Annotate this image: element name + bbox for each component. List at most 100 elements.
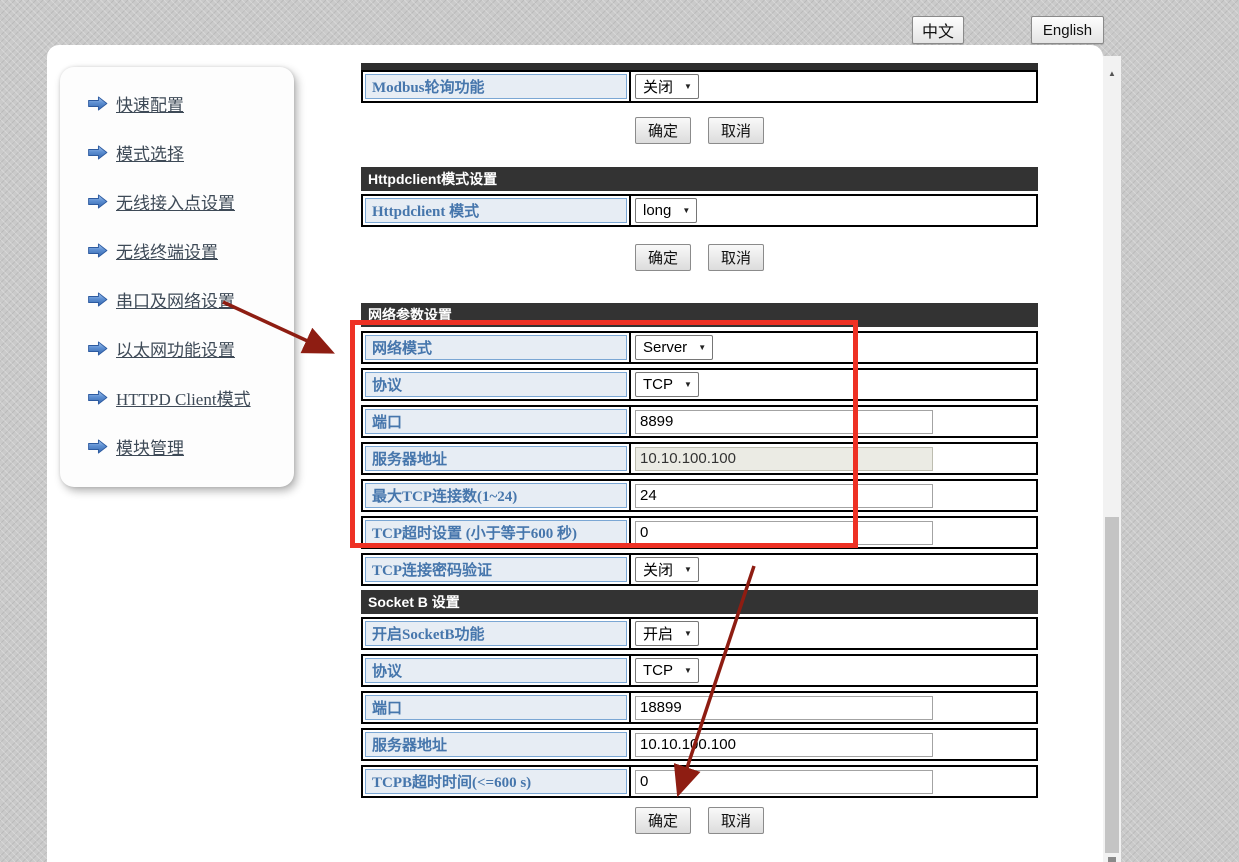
row-value (631, 693, 1036, 722)
row-value: 关闭 ▼ (631, 72, 1036, 101)
blue-arrow-icon (87, 194, 108, 209)
server-address-b-input[interactable] (635, 733, 933, 757)
protocol-b-select[interactable]: TCP▼ (635, 658, 699, 683)
row-label-col: TCPB超时时间(<=600 s) (363, 767, 631, 796)
sidebar-item-label: 串口及网络设置 (116, 287, 235, 312)
sidebar-item-无线接入点设置[interactable]: 无线接入点设置 (87, 186, 294, 216)
settings-row: 服务器地址 (361, 442, 1038, 475)
row-value (631, 407, 1036, 436)
row-value (631, 767, 1036, 796)
tcp-timeout-input[interactable] (635, 521, 933, 545)
lang-button-english[interactable]: English (1031, 16, 1104, 44)
row-label: TCPB超时时间(<=600 s) (365, 769, 627, 794)
button-row: 确定 取消 (361, 807, 1038, 834)
confirm-button[interactable]: 确定 (635, 244, 691, 271)
select-value: 关闭 (643, 76, 673, 97)
server-address-input[interactable] (635, 447, 933, 471)
sidebar-item-label: 以太网功能设置 (116, 336, 235, 361)
scroll-down-button[interactable] (1108, 857, 1116, 862)
select-value: 开启 (643, 623, 673, 644)
settings-row: TCPB超时时间(<=600 s) (361, 765, 1038, 798)
tcp-password-auth-select[interactable]: 关闭▼ (635, 557, 699, 582)
row-label-col: 开启SocketB功能 (363, 619, 631, 648)
sidebar-item-以太网功能设置[interactable]: 以太网功能设置 (87, 333, 294, 363)
port-input[interactable] (635, 410, 933, 434)
row-label: 协议 (365, 372, 627, 397)
scroll-up-button[interactable]: ▲ (1103, 64, 1121, 82)
protocol-select[interactable]: TCP▼ (635, 372, 699, 397)
section-header: 网络参数设置 (361, 303, 1038, 327)
sidebar-item-串口及网络设置[interactable]: 串口及网络设置 (87, 284, 294, 314)
settings-row: 端口 (361, 405, 1038, 438)
sidebar-item-模块管理[interactable]: 模块管理 (87, 431, 294, 461)
tcpb-timeout-input[interactable] (635, 770, 933, 794)
row-label: 最大TCP连接数(1~24) (365, 483, 627, 508)
row-label-col: Modbus轮询功能 (363, 72, 631, 101)
scrollbar-thumb[interactable] (1105, 517, 1119, 853)
sidebar-item-label: 模式选择 (116, 140, 184, 165)
row-label: 协议 (365, 658, 627, 683)
row-label: 开启SocketB功能 (365, 621, 627, 646)
row-label: 服务器地址 (365, 732, 627, 757)
cancel-button[interactable]: 取消 (708, 807, 764, 834)
button-row: 确定 取消 (361, 244, 1038, 271)
blue-arrow-icon (87, 341, 108, 356)
modbus-poll-select[interactable]: 关闭 ▼ (635, 74, 699, 99)
row-label: 网络模式 (365, 335, 627, 360)
cancel-button[interactable]: 取消 (708, 117, 764, 144)
row-value: 开启 ▼ (631, 619, 1036, 648)
settings-row: 开启SocketB功能开启 ▼ (361, 617, 1038, 650)
socketb-enable-select[interactable]: 开启 ▼ (635, 621, 699, 646)
row-label-col: 网络模式 (363, 333, 631, 362)
row-value: TCP▼ (631, 656, 1036, 685)
max-tcp-connections-input[interactable] (635, 484, 933, 508)
select-value: long (643, 202, 671, 219)
sidebar-item-模式选择[interactable]: 模式选择 (87, 137, 294, 167)
row-label-col: 协议 (363, 370, 631, 399)
settings-row: 网络模式 Server ▼ (361, 331, 1038, 364)
caret-down-icon: ▼ (684, 629, 692, 638)
blue-arrow-icon (87, 96, 108, 111)
select-value: Server (643, 339, 687, 356)
sidebar-item-快速配置[interactable]: 快速配置 (87, 88, 294, 118)
select-value: TCP (643, 376, 673, 393)
modbus-section: Modbus轮询功能关闭 ▼ (361, 70, 1038, 103)
row-label-col: 协议 (363, 656, 631, 685)
caret-down-icon: ▼ (684, 82, 692, 91)
caret-down-icon: ▼ (682, 206, 690, 215)
settings-row: 服务器地址 (361, 728, 1038, 761)
scrollbar-track[interactable]: ▲ (1103, 56, 1121, 862)
row-label-col: 最大TCP连接数(1~24) (363, 481, 631, 510)
row-label-col: Httpdclient 模式 (363, 196, 631, 225)
select-value: 关闭 (643, 559, 673, 580)
httpdclient-mode-select[interactable]: long ▼ (635, 198, 697, 223)
section-header: Httpdclient模式设置 (361, 167, 1038, 191)
blue-arrow-icon (87, 390, 108, 405)
sidebar-item-label: HTTPD Client模式 (116, 385, 251, 410)
cancel-button[interactable]: 取消 (708, 244, 764, 271)
settings-row: TCP连接密码验证关闭▼ (361, 553, 1038, 586)
confirm-button[interactable]: 确定 (635, 117, 691, 144)
sidebar-item-label: 无线终端设置 (116, 238, 218, 263)
sidebar-item-无线终端设置[interactable]: 无线终端设置 (87, 235, 294, 265)
confirm-button[interactable]: 确定 (635, 807, 691, 834)
sidebar-item-HTTPD-Client模式[interactable]: HTTPD Client模式 (87, 382, 294, 412)
caret-down-icon: ▼ (684, 666, 692, 675)
network-mode-select[interactable]: Server ▼ (635, 335, 713, 360)
section-header: Socket B 设置 (361, 590, 1038, 614)
caret-down-icon: ▼ (698, 343, 706, 352)
socketb-section: 开启SocketB功能开启▼协议TCP▼端口服务器地址TCPB超时时间(<=60… (361, 617, 1038, 798)
settings-row: 协议 TCP▼ (361, 654, 1038, 687)
network-section: 网络模式 Server ▼ 协议 TCP▼端口服务器地址最大TCP连接数(1~24) TC… (361, 331, 1038, 586)
port-b-input[interactable] (635, 696, 933, 720)
main-content: Modbus轮询功能关闭▼ 确定 取消 Httpdclient模式设置 Http… (361, 63, 1038, 834)
row-value: long ▼ (631, 196, 1036, 225)
row-value (631, 481, 1036, 510)
row-label: Httpdclient 模式 (365, 198, 627, 223)
row-label-col: 端口 (363, 407, 631, 436)
button-row: 确定 取消 (361, 117, 1038, 144)
row-value (631, 444, 1036, 473)
row-value: 关闭▼ (631, 555, 1036, 584)
row-value: Server ▼ (631, 333, 1036, 362)
lang-button-chinese[interactable]: 中文 (912, 16, 964, 44)
